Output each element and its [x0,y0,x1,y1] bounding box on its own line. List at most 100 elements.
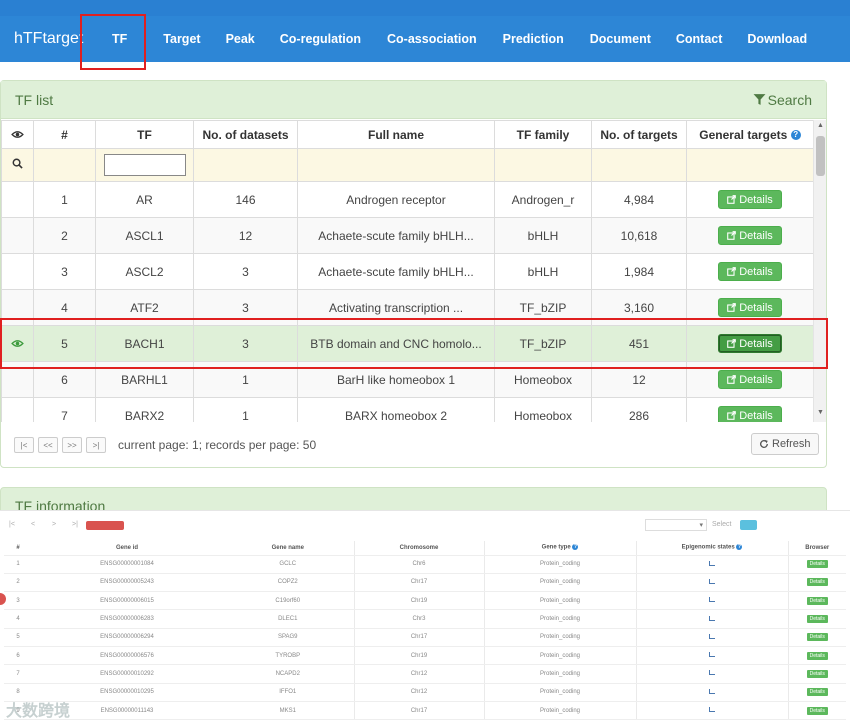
col-tf-family[interactable]: TF family [494,120,592,149]
gene-details-button[interactable]: Details [806,633,828,642]
bar-chart-icon[interactable] [709,633,715,639]
bar-chart-icon[interactable] [709,707,715,713]
nav-item-download[interactable]: Download [747,16,807,62]
filter-cell [494,148,592,182]
gene-col-chromosome[interactable]: Chromosome [353,541,484,556]
gene-details-button[interactable]: Details [806,578,828,587]
col-full-name[interactable]: Full name [297,120,495,149]
cell-tf: ASCL2 [95,253,194,290]
nav-item-target[interactable]: Target [163,16,200,62]
gene-cell-type: Protein_coding [483,573,636,593]
nav-item-prediction[interactable]: Prediction [503,16,564,62]
external-link-icon [727,195,737,204]
scroll-thumb[interactable] [816,136,825,176]
search-toggle[interactable]: Search [753,92,812,108]
gene-col-name[interactable]: Gene name [222,541,354,556]
tf-row[interactable]: 2 ASCL1 12 Achaete-scute family bHLH... bHLH… [1,217,813,254]
gene-first-page-button[interactable]: |< [9,521,15,528]
gene-row[interactable]: 9 ENSG00000011143 MKS1 Chr17 Protein_coding D… [4,701,846,721]
col-number[interactable]: # [33,120,96,149]
bar-chart-icon[interactable] [709,560,715,566]
bar-chart-icon[interactable] [709,615,715,621]
col-tf[interactable]: TF [95,120,194,149]
refresh-button[interactable]: Refresh [751,433,819,455]
gene-row[interactable]: 2 ENSG00000005243 COPZ2 Chr17 Protein_coding… [4,573,846,593]
gene-row[interactable]: 1 ENSG00000001084 GCLC Chr6 Protein_coding De… [4,555,846,574]
cell-view [1,397,34,422]
bar-chart-icon[interactable] [709,597,715,603]
gene-type-label: Gene type [541,545,571,552]
gene-col-browser[interactable]: Browser [787,541,846,556]
tf-table-scrollbar[interactable]: ▲ ▼ [813,120,826,422]
gene-col-id[interactable]: Gene id [32,541,222,556]
gene-col-epigenomic[interactable]: Epigenomic states ? [635,541,788,556]
gene-cell-browser: Details [787,701,846,721]
tf-row[interactable]: 1 AR 146 Androgen receptor Androgen_r 4,984 De… [1,181,813,218]
next-page-button[interactable]: >> [62,437,82,453]
gene-details-button[interactable]: Details [806,688,828,697]
gene-row[interactable]: 5 ENSG00000006294 SPAG9 Chr17 Protein_coding… [4,628,846,647]
gene-details-button[interactable]: Details [806,560,828,569]
bar-chart-icon[interactable] [709,652,715,658]
help-icon[interactable]: ? [736,544,743,551]
bar-chart-icon[interactable] [709,688,715,694]
cell-datasets: 12 [193,217,298,254]
gene-next-page-button[interactable]: > [52,521,56,528]
gene-cell-browser: Details [787,646,846,666]
search-icon [12,158,23,169]
scroll-up-icon[interactable]: ▲ [817,122,824,129]
gene-row[interactable]: 6 ENSG00000006576 TYROBP Chr19 Protein_codin… [4,646,846,666]
gene-row[interactable]: 4 ENSG00000006283 DLEC1 Chr3 Protein_coding D… [4,609,846,629]
last-page-button[interactable]: >| [86,437,106,453]
gene-details-button[interactable]: Details [806,615,828,624]
dataset-select[interactable]: ▾ [645,519,707,531]
gene-last-page-button[interactable]: >| [72,521,78,528]
gene-cell-name: TYROBP [222,646,354,666]
gene-details-button[interactable]: Details [806,669,828,678]
gene-prev-page-button[interactable]: < [31,521,35,528]
nav-item-co-association[interactable]: Co-association [387,16,477,62]
gene-col-type[interactable]: Gene type ? [483,541,636,556]
details-button[interactable]: Details [718,406,782,422]
gene-row[interactable]: 8 ENSG00000010295 IFFO1 Chr12 Protein_coding… [4,683,846,702]
cell-datasets: 146 [193,181,298,218]
tf-row[interactable]: 3 ASCL2 3 Achaete-scute family bHLH... bHLH 1… [1,253,813,290]
details-button[interactable]: Details [718,298,782,317]
nav-item-peak[interactable]: Peak [226,16,255,62]
bar-chart-icon[interactable] [709,578,715,584]
filter-cell [95,148,194,182]
nav-item-document[interactable]: Document [590,16,651,62]
prev-page-button[interactable]: << [38,437,58,453]
pager: |< << >> >| current page: 1; records per… [14,437,316,453]
tf-row[interactable]: 7 BARX2 1 BARX homeobox 2 Homeobox 286 Details [1,397,813,422]
select-go-button[interactable] [740,520,757,530]
details-button[interactable]: Details [718,262,782,281]
gene-col-number[interactable]: # [4,541,32,556]
first-page-button[interactable]: |< [14,437,34,453]
help-icon[interactable]: ? [790,130,801,141]
details-button[interactable]: Details [718,190,782,209]
gene-cell-name: GCLC [222,555,354,574]
gene-cell-epigenomic [635,591,788,611]
details-button[interactable]: Details [718,370,782,389]
gene-details-button[interactable]: Details [806,706,828,715]
details-button[interactable]: Details [718,226,782,245]
help-icon[interactable]: ? [572,544,579,551]
gene-row[interactable]: 3 ENSG00000006015 C19orf60 Chr19 Protein_cod… [4,591,846,611]
nav-item-contact[interactable]: Contact [676,16,723,62]
tf-table-header: # TF No. of datasets Full name TF family… [1,120,813,149]
tf-filter-input[interactable] [103,154,186,176]
gene-details-button[interactable]: Details [806,651,828,660]
gene-details-button[interactable]: Details [806,596,828,605]
col-datasets[interactable]: No. of datasets [193,120,298,149]
export-button[interactable] [86,521,124,530]
scroll-down-icon[interactable]: ▼ [817,409,824,416]
gene-cell-browser: Details [787,683,846,702]
nav-item-co-regulation[interactable]: Co-regulation [280,16,361,62]
col-general-targets[interactable]: General targets ? [686,120,813,149]
cell-full-name: Androgen receptor [297,181,495,218]
gene-row[interactable]: 7 ENSG00000010292 NCAPD2 Chr12 Protein_codin… [4,664,846,684]
bar-chart-icon[interactable] [709,670,715,676]
col-targets[interactable]: No. of targets [591,120,687,149]
cell-general-targets: Details [686,253,813,290]
